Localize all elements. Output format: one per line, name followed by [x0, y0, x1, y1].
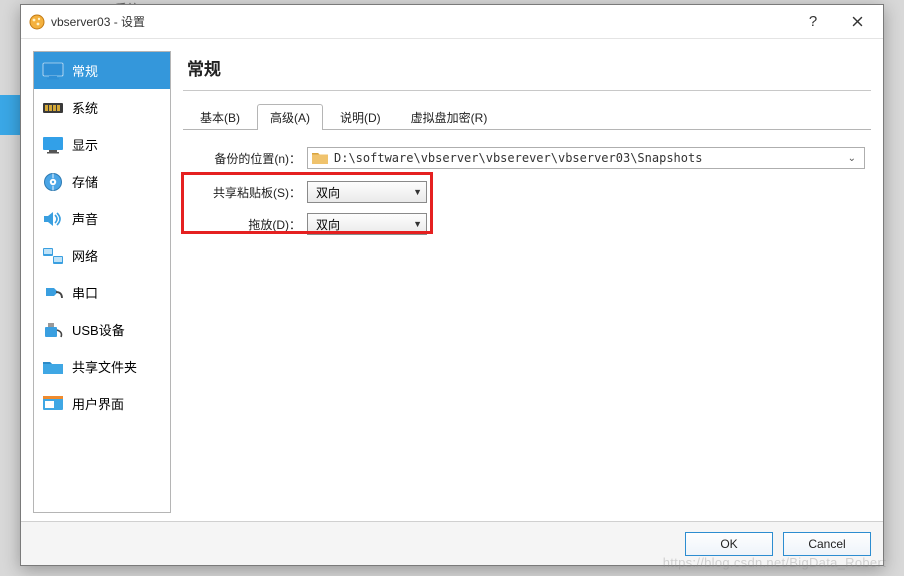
storage-icon	[42, 171, 64, 193]
sidebar-item-label: 声音	[72, 209, 98, 228]
sidebar-item-label: 常规	[72, 61, 98, 80]
folder-icon	[42, 356, 64, 378]
dragdrop-row: 拖放(D)： 双向 ▼	[189, 210, 865, 238]
app-icon	[29, 14, 45, 30]
sidebar-item-serial[interactable]: 串口	[34, 274, 170, 311]
close-button[interactable]	[835, 8, 879, 36]
tab-advanced[interactable]: 高级(A)	[257, 104, 323, 130]
folder-small-icon	[312, 151, 328, 165]
sidebar-item-label: USB设备	[72, 320, 125, 339]
chevron-down-icon: ⌄	[844, 153, 860, 164]
dragdrop-select[interactable]: 双向 ▼	[307, 213, 427, 235]
sidebar-item-label: 用户界面	[72, 394, 124, 413]
sidebar-item-shared[interactable]: 共享文件夹	[34, 348, 170, 385]
button-bar: OK Cancel	[21, 521, 883, 565]
display-icon	[42, 134, 64, 156]
window-title: vbserver03 - 设置	[51, 13, 791, 30]
sidebar: 常规 系统 显示 存储 声音 网络	[33, 51, 171, 513]
cancel-button[interactable]: Cancel	[783, 532, 871, 556]
tabs: 基本(B) 高级(A) 说明(D) 虚拟盘加密(R)	[183, 103, 871, 130]
sidebar-item-audio[interactable]: 声音	[34, 200, 170, 237]
backup-location-label: 备份的位置(n)：	[189, 150, 307, 167]
sidebar-item-label: 网络	[72, 246, 98, 265]
usb-icon	[42, 319, 64, 341]
sidebar-item-label: 系统	[72, 98, 98, 117]
backup-path-text: D:\software\vbserver\vbserever\vbserver0…	[334, 151, 838, 165]
dialog-body: 常规 系统 显示 存储 声音 网络	[21, 39, 883, 521]
sidebar-item-display[interactable]: 显示	[34, 126, 170, 163]
help-button[interactable]: ?	[791, 8, 835, 36]
sidebar-item-system[interactable]: 系统	[34, 89, 170, 126]
tab-basic[interactable]: 基本(B)	[187, 104, 253, 130]
page-title: 常规	[183, 51, 871, 91]
audio-icon	[42, 208, 64, 230]
sidebar-item-network[interactable]: 网络	[34, 237, 170, 274]
general-icon	[42, 60, 64, 82]
chevron-down-icon: ▼	[413, 219, 422, 229]
clipboard-label: 共享粘贴板(S)：	[189, 184, 307, 201]
tab-description[interactable]: 说明(D)	[327, 104, 394, 130]
main-panel: 常规 基本(B) 高级(A) 说明(D) 虚拟盘加密(R) 备份的位置(n)： …	[183, 51, 871, 513]
close-icon	[852, 16, 863, 27]
bg-selection-strip	[0, 95, 20, 135]
sidebar-item-ui[interactable]: 用户界面	[34, 385, 170, 422]
form-area: 备份的位置(n)： D:\software\vbserver\vbserever…	[183, 130, 871, 252]
dragdrop-value: 双向	[316, 216, 340, 233]
ui-icon	[42, 393, 64, 415]
clipboard-value: 双向	[316, 184, 340, 201]
network-icon	[42, 245, 64, 267]
sidebar-item-general[interactable]: 常规	[34, 52, 170, 89]
titlebar: vbserver03 - 设置 ?	[21, 5, 883, 39]
sidebar-item-usb[interactable]: USB设备	[34, 311, 170, 348]
clipboard-row: 共享粘贴板(S)： 双向 ▼	[189, 178, 865, 206]
dragdrop-label: 拖放(D)：	[189, 216, 307, 233]
sidebar-item-label: 存储	[72, 172, 98, 191]
system-icon	[42, 97, 64, 119]
serial-icon	[42, 282, 64, 304]
sidebar-item-storage[interactable]: 存储	[34, 163, 170, 200]
backup-location-field[interactable]: D:\software\vbserver\vbserever\vbserver0…	[307, 147, 865, 169]
ok-button[interactable]: OK	[685, 532, 773, 556]
tab-encryption[interactable]: 虚拟盘加密(R)	[398, 104, 501, 130]
chevron-down-icon: ▼	[413, 187, 422, 197]
sidebar-item-label: 串口	[72, 283, 98, 302]
sidebar-item-label: 共享文件夹	[72, 357, 137, 376]
settings-dialog: vbserver03 - 设置 ? 常规 系统 显示 存储	[20, 4, 884, 566]
clipboard-select[interactable]: 双向 ▼	[307, 181, 427, 203]
backup-location-row: 备份的位置(n)： D:\software\vbserver\vbserever…	[189, 144, 865, 172]
sidebar-item-label: 显示	[72, 135, 98, 154]
